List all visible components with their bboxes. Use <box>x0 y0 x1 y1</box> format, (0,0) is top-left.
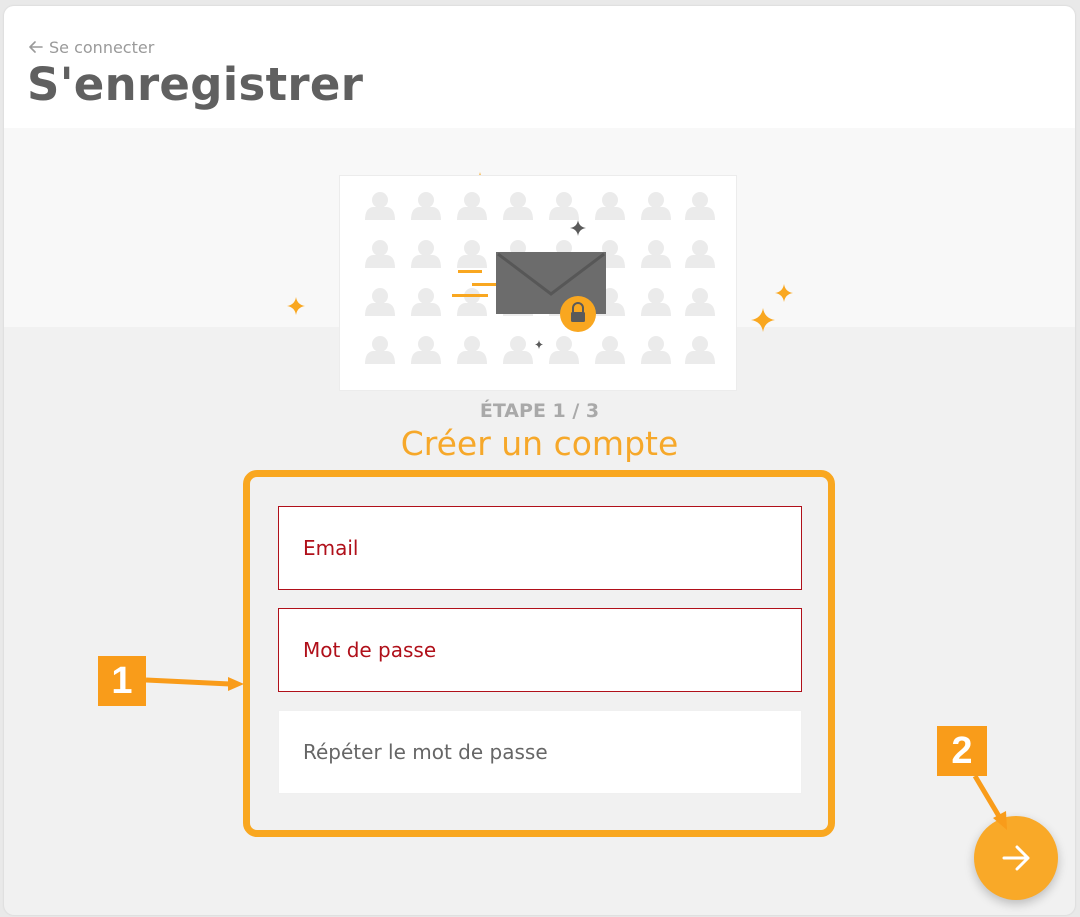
email-field[interactable] <box>278 506 802 590</box>
sparkle-icon <box>775 284 793 302</box>
annotation-badge-1: 1 <box>98 656 146 706</box>
password-field[interactable] <box>278 608 802 692</box>
register-card: Se connecter S'enregistrer ÉTAPE 1 / 3 C… <box>4 6 1075 915</box>
back-to-login-link[interactable]: Se connecter <box>29 36 154 58</box>
header: Se connecter S'enregistrer <box>4 6 1075 128</box>
repeat-password-field[interactable] <box>278 710 802 794</box>
sparkle-icon <box>751 308 775 332</box>
step-indicator: ÉTAPE 1 / 3 <box>479 400 600 422</box>
annotation-badge-2: 2 <box>937 726 987 776</box>
email-input[interactable] <box>279 507 801 589</box>
password-input[interactable] <box>279 609 801 691</box>
step-title: Créer un compte <box>400 424 679 463</box>
arrow-left-icon <box>29 41 43 53</box>
back-link-label: Se connecter <box>49 37 155 57</box>
email-illustration <box>339 175 737 391</box>
repeat-password-input[interactable] <box>279 711 801 793</box>
sparkle-icon <box>287 297 305 315</box>
arrow-right-icon <box>1002 845 1030 871</box>
envelope-lock-icon <box>365 192 715 364</box>
next-step-button[interactable] <box>974 816 1058 900</box>
page-title: S'enregistrer <box>27 58 364 111</box>
